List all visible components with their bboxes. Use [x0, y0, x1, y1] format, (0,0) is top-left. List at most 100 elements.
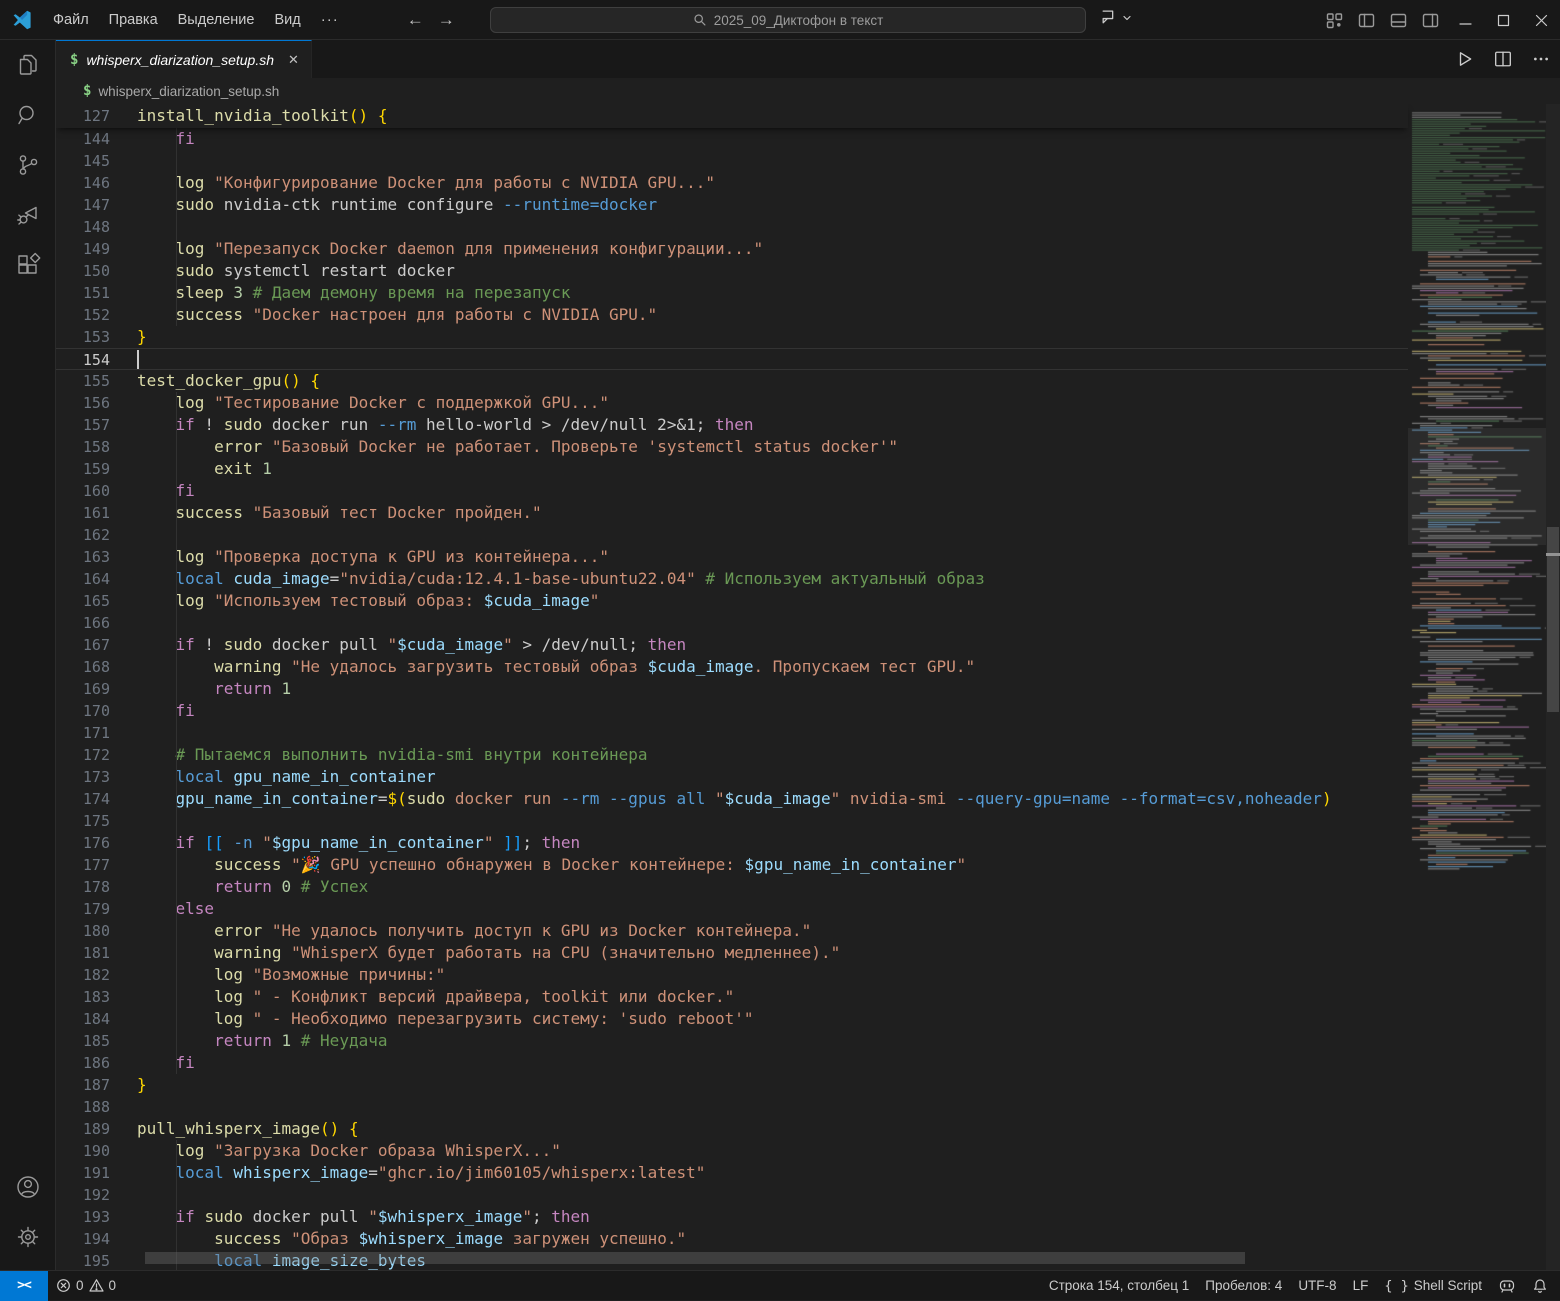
close-window-button[interactable]	[1522, 0, 1560, 40]
line-number[interactable]: 190	[56, 1140, 137, 1162]
line-number[interactable]: 169	[56, 678, 137, 700]
breadcrumb[interactable]: $ whisperx_diarization_setup.sh	[56, 78, 1560, 104]
menu-view[interactable]: Вид	[264, 7, 310, 33]
extensions-icon[interactable]	[0, 240, 56, 290]
code-line[interactable]: 159 exit 1	[56, 458, 1408, 480]
line-number[interactable]: 192	[56, 1184, 137, 1206]
line-number[interactable]: 155	[56, 370, 137, 392]
line-number[interactable]: 161	[56, 502, 137, 524]
nav-forward-button[interactable]: →	[438, 10, 455, 30]
line-number[interactable]: 173	[56, 766, 137, 788]
encoding[interactable]: UTF-8	[1290, 1271, 1344, 1301]
code-line[interactable]: 169 return 1	[56, 678, 1408, 700]
line-number[interactable]: 127	[56, 104, 137, 128]
split-editor-button[interactable]	[1494, 50, 1512, 68]
code-line[interactable]: 184 log " - Необходимо перезагрузить сис…	[56, 1008, 1408, 1030]
menu-selection[interactable]: Выделение	[168, 7, 265, 33]
toggle-secondary-sidebar-icon[interactable]	[1422, 12, 1439, 29]
eol-sequence[interactable]: LF	[1345, 1271, 1377, 1301]
code-line[interactable]: 152 success "Docker настроен для работы …	[56, 304, 1408, 326]
line-number[interactable]: 188	[56, 1096, 137, 1118]
code-line[interactable]: 180 error "Не удалось получить доступ к …	[56, 920, 1408, 942]
line-number[interactable]: 194	[56, 1228, 137, 1250]
line-number[interactable]: 159	[56, 458, 137, 480]
line-number[interactable]: 156	[56, 392, 137, 414]
code-line[interactable]: 176 if [[ -n "$gpu_name_in_container" ]]…	[56, 832, 1408, 854]
code-line[interactable]: 167 if ! sudo docker pull "$cuda_image" …	[56, 634, 1408, 656]
source-control-icon[interactable]	[0, 140, 56, 190]
line-number[interactable]: 181	[56, 942, 137, 964]
more-actions-button[interactable]	[1532, 50, 1550, 68]
line-number[interactable]: 154	[56, 349, 137, 369]
line-number[interactable]: 149	[56, 238, 137, 260]
command-center-search[interactable]: 2025_09_Диктофон в текст	[490, 7, 1086, 33]
code-line[interactable]: 170 fi	[56, 700, 1408, 722]
line-number[interactable]: 145	[56, 150, 137, 172]
editor[interactable]: 127install_nvidia_toolkit() { 144 fi1451…	[56, 104, 1560, 1270]
line-number[interactable]: 168	[56, 656, 137, 678]
line-number[interactable]: 185	[56, 1030, 137, 1052]
minimize-button[interactable]	[1446, 0, 1484, 40]
code-line[interactable]: 190 log "Загрузка Docker образа WhisperX…	[56, 1140, 1408, 1162]
code-line[interactable]: 155test_docker_gpu() {	[56, 370, 1408, 392]
code-line[interactable]: 146 log "Конфигурирование Docker для раб…	[56, 172, 1408, 194]
line-number[interactable]: 151	[56, 282, 137, 304]
code-line[interactable]: 158 error "Базовый Docker не работает. П…	[56, 436, 1408, 458]
menu-more-button[interactable]: ···	[311, 6, 349, 33]
line-number[interactable]: 179	[56, 898, 137, 920]
code-line[interactable]: 178 return 0 # Успех	[56, 876, 1408, 898]
line-number[interactable]: 164	[56, 568, 137, 590]
line-number[interactable]: 186	[56, 1052, 137, 1074]
line-number[interactable]: 165	[56, 590, 137, 612]
code-line[interactable]: 147 sudo nvidia-ctk runtime configure --…	[56, 194, 1408, 216]
vertical-scrollbar[interactable]	[1546, 104, 1560, 1270]
line-number[interactable]: 184	[56, 1008, 137, 1030]
line-number[interactable]: 152	[56, 304, 137, 326]
line-number[interactable]: 157	[56, 414, 137, 436]
line-number[interactable]: 166	[56, 612, 137, 634]
line-number[interactable]: 191	[56, 1162, 137, 1184]
customize-layout-icon[interactable]	[1326, 12, 1343, 29]
code-line[interactable]: 189pull_whisperx_image() {	[56, 1118, 1408, 1140]
settings-gear-icon[interactable]	[0, 1212, 56, 1262]
line-number[interactable]: 193	[56, 1206, 137, 1228]
tab-close-icon[interactable]: ✕	[288, 52, 299, 68]
code-line[interactable]: 154	[56, 348, 1408, 370]
code-line[interactable]: 145	[56, 150, 1408, 172]
problems-indicator[interactable]: 0 0	[48, 1271, 124, 1301]
line-number[interactable]: 153	[56, 326, 137, 348]
copilot-status[interactable]	[1490, 1271, 1524, 1301]
code-line[interactable]: 181 warning "WhisperX будет работать на …	[56, 942, 1408, 964]
code-line[interactable]: 185 return 1 # Неудача	[56, 1030, 1408, 1052]
nav-back-button[interactable]: ←	[407, 10, 424, 30]
line-number[interactable]: 160	[56, 480, 137, 502]
code-line[interactable]: 162	[56, 524, 1408, 546]
line-number[interactable]: 189	[56, 1118, 137, 1140]
code-line[interactable]: 164 local cuda_image="nvidia/cuda:12.4.1…	[56, 568, 1408, 590]
line-number[interactable]: 162	[56, 524, 137, 546]
line-number[interactable]: 180	[56, 920, 137, 942]
code-line[interactable]: 151 sleep 3 # Даем демону время на перез…	[56, 282, 1408, 304]
line-number[interactable]: 170	[56, 700, 137, 722]
line-number[interactable]: 158	[56, 436, 137, 458]
code-line[interactable]: 149 log "Перезапуск Docker daemon для пр…	[56, 238, 1408, 260]
minimap-slider[interactable]	[1408, 428, 1546, 545]
notifications[interactable]	[1524, 1271, 1560, 1301]
indentation[interactable]: Пробелов: 4	[1197, 1271, 1290, 1301]
code-line[interactable]: 161 success "Базовый тест Docker пройден…	[56, 502, 1408, 524]
line-number[interactable]: 163	[56, 546, 137, 568]
code-line[interactable]: 173 local gpu_name_in_container	[56, 766, 1408, 788]
code-line[interactable]: 156 log "Тестирование Docker с поддержко…	[56, 392, 1408, 414]
line-number[interactable]: 178	[56, 876, 137, 898]
code-line[interactable]: 148	[56, 216, 1408, 238]
tab-whisperx-setup[interactable]: $ whisperx_diarization_setup.sh ✕	[56, 40, 312, 78]
code-line[interactable]: 186 fi	[56, 1052, 1408, 1074]
code-line[interactable]: 157 if ! sudo docker run --rm hello-worl…	[56, 414, 1408, 436]
maximize-button[interactable]	[1484, 0, 1522, 40]
line-number[interactable]: 183	[56, 986, 137, 1008]
code-line[interactable]: 192	[56, 1184, 1408, 1206]
line-number[interactable]: 147	[56, 194, 137, 216]
account-icon[interactable]	[0, 1162, 56, 1212]
code-line[interactable]: 177 success "🎉 GPU успешно обнаружен в D…	[56, 854, 1408, 876]
menu-file[interactable]: Файл	[43, 7, 99, 33]
